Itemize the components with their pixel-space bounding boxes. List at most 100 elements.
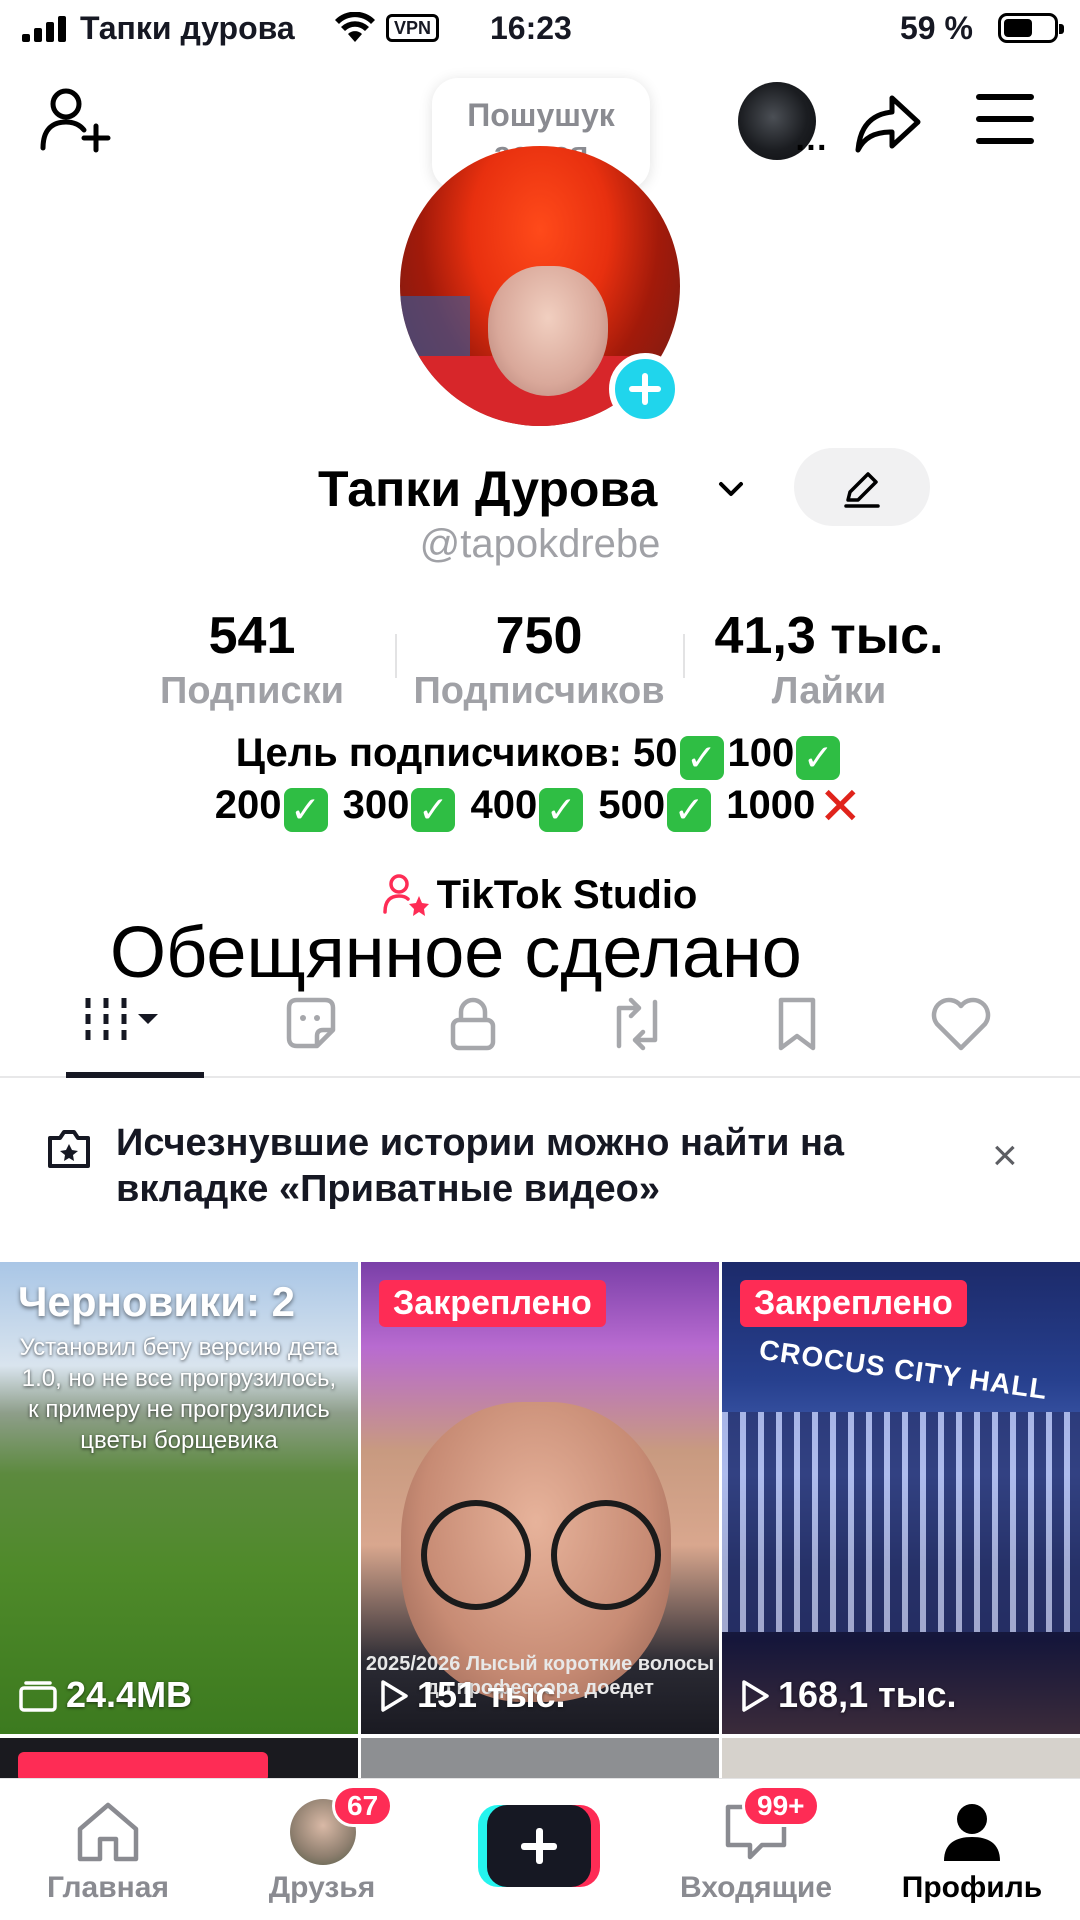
profile-icon xyxy=(944,1804,1000,1861)
sticker-icon xyxy=(286,997,336,1049)
check-mark-icon: ✓ xyxy=(796,736,841,780)
signal-icon xyxy=(22,16,66,42)
studio-label: TikTok Studio xyxy=(436,873,698,917)
check-mark-icon: ✓ xyxy=(539,788,584,832)
stat-divider xyxy=(683,634,685,678)
following-label: Подписки xyxy=(160,670,344,712)
tab-videos[interactable] xyxy=(72,988,212,1058)
add-friend-icon[interactable] xyxy=(38,82,112,156)
vpn-badge: VPN xyxy=(386,14,440,42)
profile-tabs xyxy=(0,968,1080,1078)
video-thumbnail[interactable] xyxy=(361,1738,719,1778)
tab-liked[interactable] xyxy=(904,988,1014,1058)
view-count: 168,1 тыс. xyxy=(740,1674,957,1716)
bio-goal: 1000 xyxy=(726,783,816,827)
profile-name[interactable]: Тапки Дурова xyxy=(318,460,657,518)
check-mark-icon: ✓ xyxy=(283,788,328,832)
video-thumbnail[interactable] xyxy=(0,1738,358,1778)
cross-mark-icon: ✕ xyxy=(818,778,863,836)
drafts-description: Установил бету версию дета 1.0, но не вс… xyxy=(19,1334,339,1454)
following-stat[interactable]: 541 Подписки xyxy=(140,606,364,716)
check-mark-icon: ✓ xyxy=(411,788,456,832)
video-thumbnail[interactable]: Закреплено 2025/2026 Лысый короткие воло… xyxy=(361,1262,719,1734)
lock-icon xyxy=(450,997,496,1051)
status-bar: Тапки дурова VPN 16:23 59 % xyxy=(0,0,1080,60)
add-story-plus-icon[interactable] xyxy=(609,353,681,425)
grid-icon xyxy=(85,998,158,1046)
nav-profile[interactable]: Профиль xyxy=(872,1779,1072,1920)
likes-stat[interactable]: 41,3 тыс. Лайки xyxy=(694,606,964,716)
clock: 16:23 xyxy=(490,10,572,46)
bio-goal: 500 xyxy=(598,783,666,827)
bio-line-1: Цель подписчиков: 50 ✓ 100 ✓ xyxy=(0,728,1080,780)
bio-goal: 200 xyxy=(214,783,282,827)
menu-icon[interactable] xyxy=(974,94,1036,148)
profile-bio: Цель подписчиков: 50 ✓ 100 ✓ 200 ✓ 300 ✓ 400 ✓… xyxy=(0,728,1080,834)
bio-goal: 400 xyxy=(470,783,538,827)
bio-goal: 300 xyxy=(342,783,410,827)
play-icon xyxy=(381,1680,408,1712)
home-icon xyxy=(77,1802,139,1862)
close-icon[interactable]: × xyxy=(992,1134,1018,1178)
nav-friends-label: Друзья xyxy=(268,1871,376,1904)
chevron-down-icon[interactable] xyxy=(716,474,746,504)
edit-profile-button[interactable] xyxy=(794,448,930,526)
drafts-icon xyxy=(19,1681,57,1712)
share-icon[interactable] xyxy=(852,86,924,158)
check-mark-icon: ✓ xyxy=(667,788,712,832)
view-count-value: 151 тыс. xyxy=(417,1674,566,1715)
carrier-name: Тапки дурова xyxy=(80,10,295,46)
battery-fill xyxy=(1004,19,1033,37)
followers-count: 750 xyxy=(495,607,583,665)
friends-badge: 67 xyxy=(332,1785,394,1827)
followers-stat[interactable]: 750 Подписчиков xyxy=(398,606,680,716)
username: @tapokdrebe xyxy=(419,522,661,566)
tab-favorites[interactable] xyxy=(742,988,852,1058)
battery-icon xyxy=(998,13,1064,43)
video-thumbnail-drafts[interactable]: Черновики: 2 Установил бету версию дета … xyxy=(0,1262,358,1734)
tab-stickers[interactable] xyxy=(256,988,366,1058)
nav-inbox-label: Входящие xyxy=(679,1871,833,1904)
likes-label: Лайки xyxy=(771,670,887,712)
pencil-icon xyxy=(844,472,880,508)
tab-private[interactable] xyxy=(418,988,528,1058)
bio-line-2: 200 ✓ 300 ✓ 400 ✓ 500 ✓ 1000✕ xyxy=(0,780,1080,834)
active-tab-underline xyxy=(66,1072,204,1078)
drafts-title: Черновики: 2 xyxy=(18,1278,296,1325)
bottom-nav: Главная 67 Друзья 99+ Входящие Профиль xyxy=(0,1778,1080,1920)
view-count-value: 168,1 тыс. xyxy=(778,1674,957,1715)
pinned-badge xyxy=(18,1752,268,1778)
nav-inbox[interactable]: 99+ Входящие xyxy=(656,1779,856,1920)
pinned-badge: Закреплено xyxy=(740,1280,967,1327)
bio-goal: 100 xyxy=(727,731,795,775)
repost-icon xyxy=(616,997,658,1051)
studio-icon xyxy=(382,874,429,916)
likes-count: 41,3 тыс. xyxy=(714,607,944,665)
thumbnail-image xyxy=(722,1412,1080,1632)
story-archive-icon xyxy=(48,1130,90,1168)
check-mark-icon: ✓ xyxy=(679,736,724,780)
nav-friends[interactable]: 67 Друзья xyxy=(222,1779,422,1920)
bookmark-icon xyxy=(778,997,816,1051)
view-count: 151 тыс. xyxy=(379,1674,565,1716)
nav-home-label: Главная xyxy=(46,1871,169,1904)
plus-icon xyxy=(487,1805,591,1887)
pinned-badge: Закреплено xyxy=(379,1280,606,1327)
stat-divider xyxy=(395,634,397,678)
create-button[interactable] xyxy=(478,1805,600,1887)
nav-profile-label: Профиль xyxy=(901,1871,1043,1904)
info-banner: Исчезнувшие истории можно найти на вклад… xyxy=(0,1080,1080,1260)
nav-home[interactable]: Главная xyxy=(8,1779,208,1920)
draft-size: 24.4MB xyxy=(18,1674,192,1716)
battery-percent: 59 % xyxy=(900,10,973,46)
following-count: 541 xyxy=(208,607,296,665)
draft-size-value: 24.4MB xyxy=(66,1674,193,1715)
tab-reposts[interactable] xyxy=(580,988,690,1058)
inbox-badge: 99+ xyxy=(742,1785,820,1827)
heart-icon xyxy=(931,997,991,1051)
video-thumbnail[interactable]: CROCUS CITY HALL Закреплено 168,1 тыс. xyxy=(722,1262,1080,1734)
play-icon xyxy=(742,1680,769,1712)
video-thumbnail[interactable] xyxy=(722,1738,1080,1778)
more-dots-icon[interactable]: … xyxy=(794,120,828,159)
banner-text: Исчезнувшие истории можно найти на вклад… xyxy=(116,1122,845,1210)
